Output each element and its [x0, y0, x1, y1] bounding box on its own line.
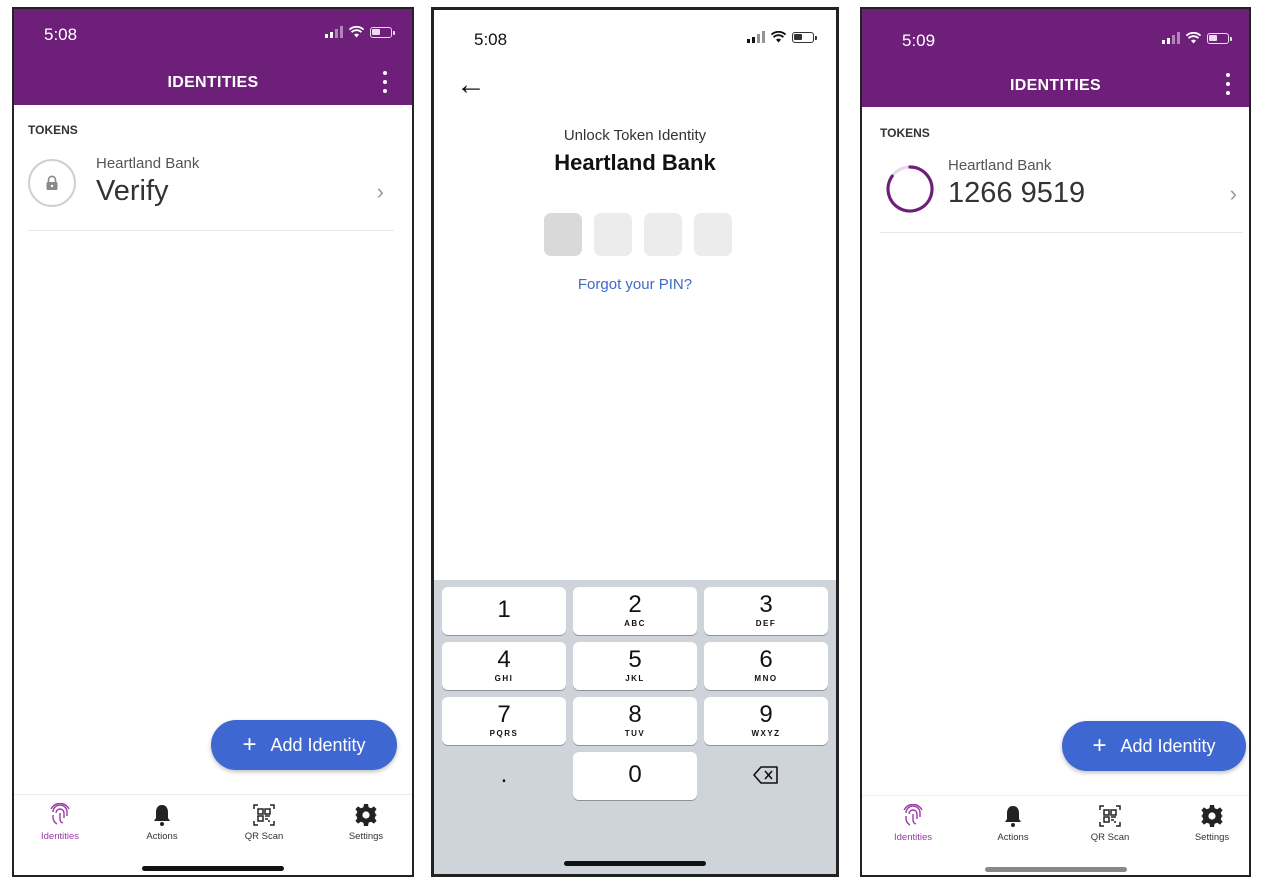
tab-settings-label: Settings: [1194, 832, 1230, 843]
signal-icon: [747, 31, 765, 43]
bottom-tab-bar: Identities Actions QR Scan Settings: [14, 794, 412, 875]
status-icons: [1162, 32, 1232, 44]
app-header: 5:08 IDENTITIES: [14, 9, 412, 105]
status-icons: [747, 31, 817, 43]
bell-icon: [1005, 806, 1021, 827]
lock-icon: [28, 159, 76, 207]
key-4[interactable]: 4 GHI: [442, 642, 566, 690]
add-identity-button[interactable]: + Add Identity: [211, 720, 397, 770]
tokens-section-label: TOKENS: [28, 123, 78, 137]
key-3[interactable]: 3 DEF: [704, 587, 828, 635]
identities-screen-unlocked: 5:09 IDENTITIES TOKENS Heartland Bank 12…: [860, 7, 1251, 877]
tab-actions[interactable]: Actions: [127, 803, 197, 842]
fingerprint-icon: [50, 803, 70, 825]
bell-icon: [154, 805, 170, 826]
token-identity-row[interactable]: Heartland Bank 1266 9519 ›: [880, 149, 1243, 233]
tab-qr-scan[interactable]: QR Scan: [229, 803, 299, 842]
token-identity-row[interactable]: Heartland Bank Verify ›: [28, 147, 394, 231]
key-6[interactable]: 6 MNO: [704, 642, 828, 690]
add-identity-button[interactable]: + Add Identity: [1062, 721, 1246, 771]
unlock-subtitle: Unlock Token Identity: [563, 127, 707, 144]
plus-icon: +: [1092, 732, 1107, 759]
tab-actions-label: Actions: [146, 831, 178, 842]
qr-scan-icon: [253, 804, 275, 826]
home-indicator: [142, 866, 284, 871]
pin-digit-box: [644, 213, 682, 256]
pin-digit-box: [694, 213, 732, 256]
chevron-right-icon: ›: [1229, 181, 1237, 206]
timer-ring-icon: [886, 165, 934, 213]
battery-icon: [1207, 32, 1232, 44]
page-title: IDENTITIES: [1009, 77, 1101, 94]
identities-screen-locked: 5:08 IDENTITIES TOKENS Heartland Bank Ve…: [12, 7, 414, 877]
more-menu-icon[interactable]: [1225, 73, 1231, 95]
back-arrow-icon[interactable]: ←: [456, 68, 486, 102]
key-5[interactable]: 5 JKL: [573, 642, 697, 690]
key-9[interactable]: 9 WXYZ: [704, 697, 828, 745]
qr-scan-icon: [1099, 805, 1121, 827]
key-8[interactable]: 8 TUV: [573, 697, 697, 745]
tab-actions-label: Actions: [997, 832, 1029, 843]
tab-actions[interactable]: Actions: [978, 804, 1048, 843]
backspace-key[interactable]: [704, 752, 828, 800]
app-header: 5:09 IDENTITIES: [862, 9, 1249, 107]
signal-icon: [325, 26, 343, 38]
pin-digit-box: [544, 213, 582, 256]
token-bank-name: Heartland Bank: [96, 155, 200, 172]
home-indicator: [564, 861, 706, 866]
wifi-icon: [771, 31, 786, 43]
page-title: IDENTITIES: [167, 74, 259, 91]
status-time: 5:09: [902, 31, 936, 50]
key-0[interactable]: 0: [573, 752, 697, 800]
add-identity-label: Add Identity: [270, 734, 366, 755]
token-bank-name: Heartland Bank: [948, 157, 1052, 174]
wifi-icon: [349, 26, 364, 38]
backspace-icon: [753, 766, 778, 784]
battery-icon: [792, 31, 817, 43]
more-menu-icon[interactable]: [382, 71, 388, 93]
numeric-keypad: 1 2 ABC 3 DEF 4 GHI 5 JKL 6 MNO 7 PQRS 8 TUV 9W…: [434, 580, 836, 874]
status-icons: [325, 26, 395, 38]
unlock-pin-screen: 5:08 ← Unlock Token Identity Heartland B…: [431, 7, 839, 877]
tab-settings[interactable]: Settings: [331, 803, 401, 842]
tab-identities-label: Identities: [893, 832, 933, 843]
key-2[interactable]: 2 ABC: [573, 587, 697, 635]
status-time: 5:08: [44, 25, 78, 44]
key-dot[interactable]: .: [442, 752, 566, 800]
status-time: 5:08: [474, 30, 508, 49]
key-7[interactable]: 7 PQRS: [442, 697, 566, 745]
bottom-tab-bar: Identities Actions QR Scan Settings: [862, 795, 1249, 875]
gear-icon: [355, 804, 377, 826]
tab-settings[interactable]: Settings: [1177, 804, 1247, 843]
tab-settings-label: Settings: [348, 831, 384, 842]
token-code: 1266 9519: [948, 177, 1086, 209]
token-value: Verify: [96, 175, 169, 207]
signal-icon: [1162, 32, 1180, 44]
key-1[interactable]: 1: [442, 587, 566, 635]
tab-identities-label: Identities: [40, 831, 80, 842]
fingerprint-icon: [903, 804, 923, 826]
pin-digit-box: [594, 213, 632, 256]
add-identity-label: Add Identity: [1120, 735, 1216, 756]
pin-entry[interactable]: [544, 213, 732, 256]
tab-qr-scan-label: QR Scan: [1090, 832, 1130, 843]
plus-icon: +: [242, 731, 257, 758]
forgot-pin-link[interactable]: Forgot your PIN?: [434, 276, 836, 293]
home-indicator: [984, 867, 1127, 872]
tab-identities[interactable]: Identities: [878, 804, 948, 843]
tab-qr-scan[interactable]: QR Scan: [1075, 804, 1145, 843]
tab-qr-scan-label: QR Scan: [244, 831, 284, 842]
tokens-section-label: TOKENS: [880, 126, 930, 140]
tab-identities[interactable]: Identities: [25, 803, 95, 842]
gear-icon: [1201, 805, 1223, 827]
unlock-title: Heartland Bank: [554, 150, 716, 175]
wifi-icon: [1186, 32, 1201, 44]
chevron-right-icon: ›: [376, 179, 384, 204]
battery-icon: [370, 26, 395, 38]
